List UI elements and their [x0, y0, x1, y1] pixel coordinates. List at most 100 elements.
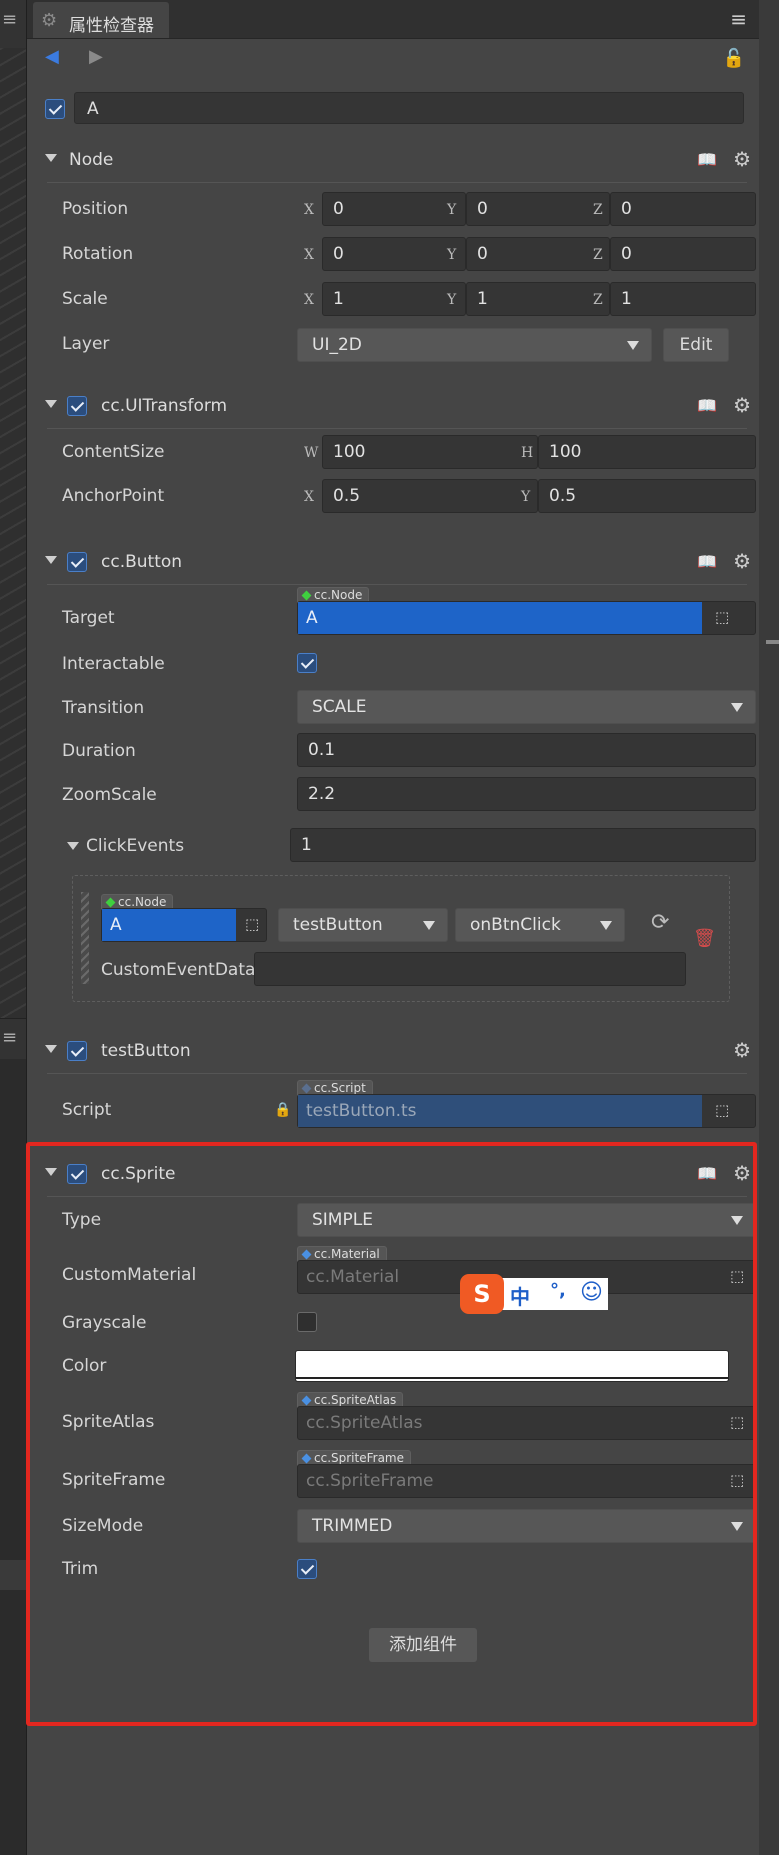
node-name-input[interactable]: A — [74, 92, 744, 124]
chevron-down-icon — [600, 921, 612, 930]
lower-panel-menu-icon[interactable]: ≡ — [2, 1027, 17, 1048]
axis-label: Z — [593, 202, 603, 218]
unlock-icon[interactable]: 🔓 — [723, 48, 745, 69]
custom-event-data-input[interactable] — [254, 952, 686, 986]
drag-handle[interactable] — [81, 892, 89, 984]
layer-dropdown[interactable]: UI_2D — [297, 328, 652, 362]
testbutton-section-header[interactable]: testButton ⚙ — [45, 1036, 751, 1068]
event-node-value: A — [102, 909, 236, 941]
node-type-icon — [301, 590, 312, 601]
scale-x-input[interactable]: 1 — [322, 282, 466, 316]
node-section-header[interactable]: Node 📖 ⚙ — [45, 145, 751, 177]
tab-bar: ⚙ 属性检查器 ≡ — [27, 0, 759, 39]
chevron-down-icon — [627, 341, 639, 350]
section-title: cc.Button — [101, 552, 183, 572]
nav-back-icon[interactable]: ◀ — [45, 46, 59, 67]
axis-label: Y — [447, 202, 457, 218]
ime-logo-icon[interactable]: S — [460, 1274, 504, 1314]
axis-label: Z — [593, 292, 603, 308]
gear-icon[interactable]: ⚙ — [733, 147, 751, 171]
refresh-icon[interactable]: ⟳ — [651, 910, 669, 935]
position-z-input[interactable]: 0 — [610, 192, 756, 226]
zoom-scale-input[interactable]: 2.2 — [297, 777, 756, 811]
section-title: Node — [69, 150, 114, 170]
click-events-count-input[interactable]: 1 — [290, 828, 756, 862]
axis-label: X — [304, 292, 314, 308]
transition-value: SCALE — [312, 697, 367, 717]
picker-icon[interactable]: ⬚ — [715, 608, 729, 626]
chevron-down-icon — [423, 921, 435, 930]
collapse-arrow-icon[interactable] — [45, 1045, 57, 1053]
node-active-checkbox[interactable] — [45, 99, 65, 119]
scale-z-input[interactable]: 1 — [610, 282, 756, 316]
duration-input[interactable]: 0.1 — [297, 733, 756, 767]
highlight-box — [26, 1142, 757, 1726]
button-enabled-checkbox[interactable] — [67, 552, 87, 572]
event-handler-dropdown[interactable]: onBtnClick — [455, 908, 625, 942]
trash-icon[interactable]: 🗑 — [693, 928, 716, 949]
gear-icon: ⚙ — [41, 10, 58, 31]
lower-panel-header-edge: ≡ — [0, 1018, 26, 1059]
content-width-input[interactable]: 100 — [322, 435, 538, 469]
zoom-scale-label: ZoomScale — [62, 785, 157, 805]
target-field[interactable]: A ⬚ — [297, 601, 756, 635]
duration-label: Duration — [62, 741, 136, 761]
gear-icon[interactable]: ⚙ — [733, 1038, 751, 1062]
anchor-x-input[interactable]: 0.5 — [322, 479, 538, 513]
divider — [47, 182, 747, 183]
picker-icon[interactable]: ⬚ — [245, 915, 259, 933]
scale-y-input[interactable]: 1 — [466, 282, 610, 316]
axis-label: X — [304, 202, 314, 218]
scene-menu-icon[interactable]: ≡ — [2, 9, 17, 30]
anchor-y-input[interactable]: 0.5 — [538, 479, 756, 513]
axis-label: Y — [521, 489, 531, 505]
uitransform-enabled-checkbox[interactable] — [67, 396, 87, 416]
ime-mode-label[interactable]: 中 — [510, 1281, 530, 1310]
event-node-field[interactable]: A ⬚ — [101, 908, 267, 942]
script-field[interactable]: testButton.ts ⬚ — [297, 1094, 756, 1128]
scene-view-strip: ≡ ≡ — [0, 0, 27, 1855]
position-x-input[interactable]: 0 — [322, 192, 466, 226]
right-edge-marker — [766, 640, 779, 644]
divider — [47, 584, 747, 585]
nav-forward-icon[interactable]: ▶ — [89, 46, 103, 67]
axis-label: H — [521, 445, 534, 461]
chevron-down-icon — [731, 703, 743, 712]
position-y-input[interactable]: 0 — [466, 192, 610, 226]
content-size-label: ContentSize — [62, 442, 165, 462]
tab-inspector[interactable]: ⚙ 属性检查器 — [33, 2, 169, 38]
picker-icon[interactable]: ⬚ — [715, 1101, 729, 1119]
right-edge-strip — [759, 0, 779, 1855]
gear-icon[interactable]: ⚙ — [733, 393, 751, 417]
interactable-checkbox[interactable] — [297, 653, 317, 673]
help-book-icon[interactable]: 📖 — [697, 396, 717, 415]
transition-dropdown[interactable]: SCALE — [297, 690, 756, 724]
rotation-x-input[interactable]: 0 — [322, 237, 466, 271]
click-events-arrow-icon[interactable] — [67, 842, 79, 850]
event-component-dropdown[interactable]: testButton — [278, 908, 448, 942]
rotation-y-input[interactable]: 0 — [466, 237, 610, 271]
interactable-label: Interactable — [62, 654, 165, 674]
panel-menu-icon[interactable]: ≡ — [730, 7, 747, 31]
ime-punct-icon[interactable]: °, — [550, 1280, 566, 1301]
testbutton-enabled-checkbox[interactable] — [67, 1041, 87, 1061]
collapse-arrow-icon[interactable] — [45, 556, 57, 564]
gear-icon[interactable]: ⚙ — [733, 549, 751, 573]
ime-toolbar[interactable]: 中 °, ☺ S — [460, 1274, 608, 1314]
collapse-arrow-icon[interactable] — [45, 400, 57, 408]
help-book-icon[interactable]: 📖 — [697, 150, 717, 169]
click-events-label: ClickEvents — [86, 836, 185, 856]
rotation-z-input[interactable]: 0 — [610, 237, 756, 271]
button-section-header[interactable]: cc.Button 📖 ⚙ — [45, 547, 751, 579]
rotation-label: Rotation — [62, 244, 134, 264]
help-book-icon[interactable]: 📖 — [697, 552, 717, 571]
layer-edit-button[interactable]: Edit — [663, 328, 729, 362]
transition-label: Transition — [62, 698, 145, 718]
content-height-input[interactable]: 100 — [538, 435, 756, 469]
node-type-icon — [105, 897, 116, 908]
lock-icon: 🔒 — [274, 1102, 292, 1118]
axis-label: X — [304, 489, 314, 505]
collapse-arrow-icon[interactable] — [45, 154, 57, 162]
uitransform-section-header[interactable]: cc.UITransform 📖 ⚙ — [45, 391, 751, 423]
ime-emoji-icon[interactable]: ☺ — [580, 1280, 603, 1305]
